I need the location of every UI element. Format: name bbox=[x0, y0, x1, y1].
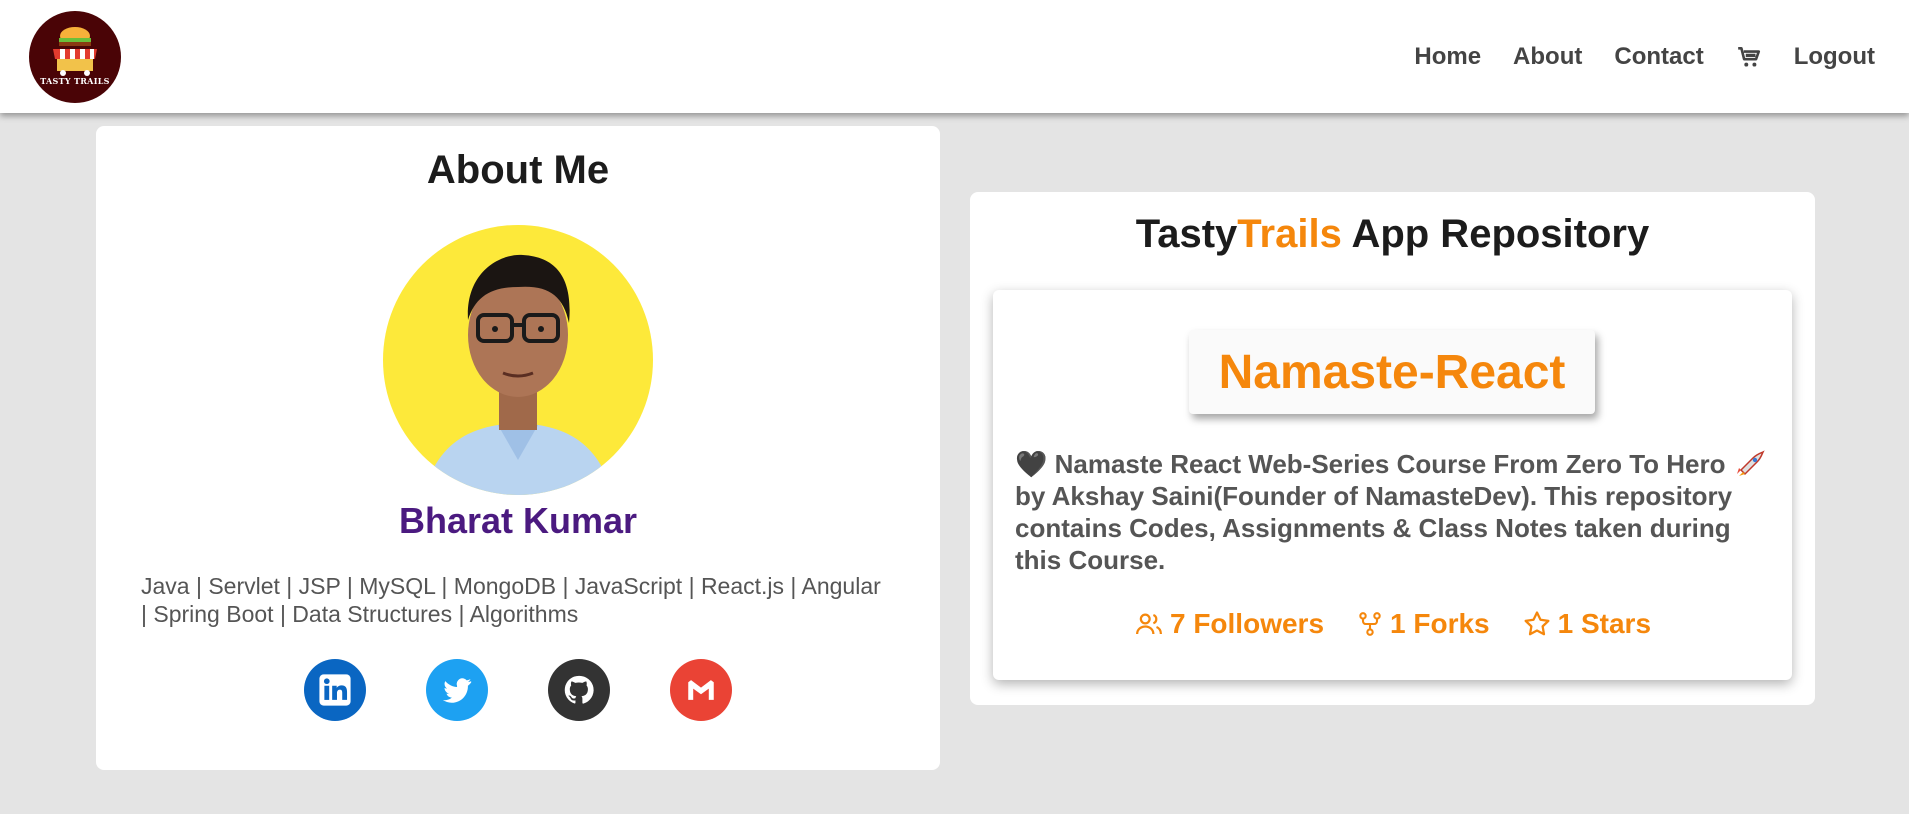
navbar: TASTY TRAILS Home About Contact Logout bbox=[0, 0, 1909, 113]
profile-name: Bharat Kumar bbox=[398, 500, 638, 541]
tasty-trails-logo[interactable]: TASTY TRAILS bbox=[29, 10, 121, 103]
repo-details-panel: Namaste-React 🖤 Namaste React Web-Series… bbox=[993, 290, 1792, 680]
github-icon bbox=[564, 675, 594, 704]
linkedin-icon bbox=[319, 674, 351, 706]
forks-stat[interactable]: 1 Forks bbox=[1356, 608, 1490, 640]
fork-icon bbox=[1359, 612, 1381, 636]
nav-menu: Home About Contact Logout bbox=[1414, 43, 1875, 71]
followers-stat[interactable]: 7 Followers bbox=[1134, 608, 1324, 640]
github-button[interactable] bbox=[548, 659, 610, 721]
stars-stat[interactable]: 1 Stars bbox=[1522, 608, 1651, 640]
repo-title-part1: Tasty bbox=[1135, 212, 1238, 256]
twitter-icon bbox=[442, 678, 472, 703]
about-me-card: About Me Bharat Kumar Java | Servlet | J… bbox=[96, 126, 940, 770]
stars-count: 1 Stars bbox=[1557, 608, 1652, 639]
nav-about-link[interactable]: About bbox=[1513, 43, 1582, 71]
followers-count: 7 Followers bbox=[1169, 608, 1325, 639]
repo-title-part3: App Repository bbox=[1341, 212, 1650, 256]
repo-description: 🖤 Namaste React Web-Series Course From Z… bbox=[1015, 448, 1775, 576]
cart-icon[interactable] bbox=[1736, 44, 1762, 70]
nav-logout-link[interactable]: Logout bbox=[1794, 43, 1875, 71]
gmail-button[interactable] bbox=[670, 659, 732, 721]
heart-icon: 🖤 bbox=[1015, 449, 1048, 479]
nav-home-link[interactable]: Home bbox=[1414, 43, 1481, 71]
repo-section-title: TastyTrails App Repository bbox=[970, 212, 1815, 257]
rocket-icon bbox=[1736, 450, 1765, 476]
skills-list: Java | Servlet | JSP | MySQL | MongoDB |… bbox=[141, 573, 881, 627]
repo-name-link[interactable]: Namaste-React bbox=[1189, 330, 1595, 414]
profile-photo bbox=[423, 254, 613, 495]
profile-avatar bbox=[383, 225, 653, 495]
gmail-icon bbox=[688, 680, 714, 700]
nav-contact-link[interactable]: Contact bbox=[1614, 43, 1703, 71]
logo-text: TASTY TRAILS bbox=[40, 75, 110, 86]
forks-count: 1 Forks bbox=[1390, 608, 1490, 639]
repository-card: TastyTrails App Repository Namaste-React… bbox=[970, 192, 1815, 705]
twitter-button[interactable] bbox=[426, 659, 488, 721]
repo-desc-text-1: Namaste React Web-Series Course From Zer… bbox=[1047, 449, 1733, 479]
repo-stats: 7 Followers 1 Forks 1 Stars bbox=[993, 608, 1792, 640]
repo-title-accent: Trails bbox=[1237, 212, 1342, 256]
burger-cart-icon bbox=[53, 26, 97, 76]
users-icon bbox=[1135, 613, 1162, 635]
repo-desc-text-2: by Akshay Saini(Founder of NamasteDev). … bbox=[1015, 481, 1733, 575]
about-title: About Me bbox=[426, 148, 610, 192]
social-links bbox=[96, 659, 940, 721]
star-icon bbox=[1524, 611, 1550, 636]
linkedin-button[interactable] bbox=[304, 659, 366, 721]
